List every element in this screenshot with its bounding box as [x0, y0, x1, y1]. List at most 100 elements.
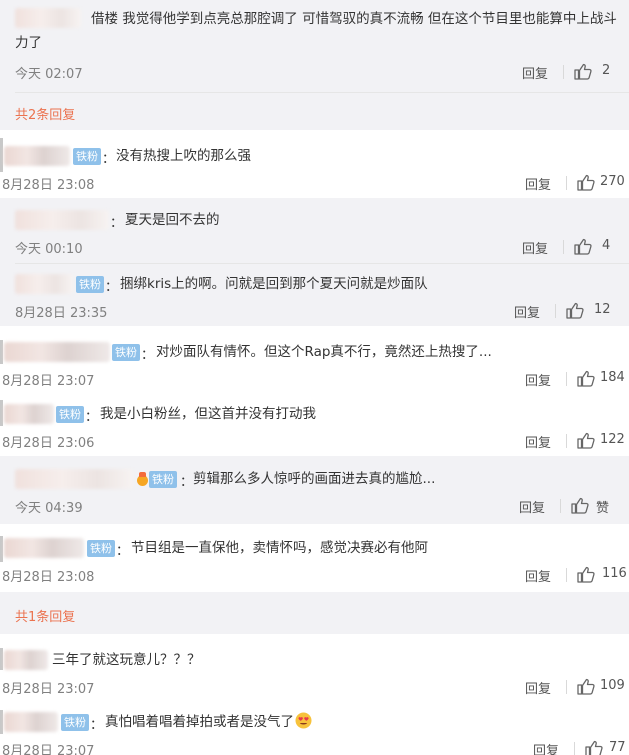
reply-button[interactable]: 回复: [514, 302, 540, 321]
user-name-blurred[interactable]: [4, 146, 70, 166]
reply-button[interactable]: 回复: [525, 678, 551, 697]
fan-badge[interactable]: 铁粉: [112, 344, 140, 361]
reply-button[interactable]: 回复: [522, 238, 548, 257]
separator: [566, 372, 567, 386]
comment-item: 铁粉 ： 真怕唱着唱着掉拍或者是没气了 8月28日 23:07 回复 77: [0, 700, 629, 755]
comment-time: 今天 00:10: [15, 242, 83, 257]
left-bar: [0, 138, 3, 172]
colon: ：: [116, 544, 130, 559]
colon: ：: [110, 216, 124, 231]
comment-time: 8月28日 23:35: [15, 306, 108, 321]
colon: ：: [102, 152, 116, 167]
separator: [563, 65, 564, 79]
separator: [560, 499, 561, 513]
comment-time: 8月28日 23:08: [2, 570, 95, 585]
comment-text: 我是小白粉丝，但这首并没有打动我: [100, 406, 316, 422]
left-bar: [0, 400, 3, 426]
comment-text: 捆绑kris上的啊。问就是回到那个夏天问就是炒面队: [120, 276, 428, 292]
separator: [566, 176, 567, 190]
user-name-blurred[interactable]: [15, 469, 133, 489]
left-bar: [0, 536, 3, 562]
user-name-blurred[interactable]: [15, 210, 109, 230]
comment-text: 剪辑那么多人惊呼的画面进去真的尴尬...: [193, 471, 436, 487]
like-count: 122: [600, 432, 625, 447]
reply-comment: 借楼 我觉得他学到点亮总那腔调了 可惜驾驭的真不流畅 但在这个节目里也能算中上战…: [0, 0, 629, 130]
comment-time: 8月28日 23:07: [2, 374, 95, 389]
user-name-blurred[interactable]: [4, 712, 58, 732]
comment-time: 8月28日 23:07: [2, 744, 95, 755]
reply-button[interactable]: 回复: [519, 497, 545, 516]
comment-text: 真怕唱着唱着掉拍或者是没气了: [105, 712, 312, 732]
comment-text: 借楼 我觉得他学到点亮总那腔调了 可惜驾驭的真不流畅 但在这个节目里也能算中上战…: [15, 11, 617, 51]
thumbs-up-icon[interactable]: [577, 566, 595, 583]
left-bar: [0, 648, 3, 670]
fan-badge[interactable]: 铁粉: [56, 406, 84, 423]
reply-button[interactable]: 回复: [533, 740, 559, 755]
reply-button[interactable]: 回复: [525, 174, 551, 193]
reply-list: ： 夏天是回不去的 今天 00:10 回复 4 铁粉 ： 捆绑kris上的啊。问…: [0, 198, 629, 326]
like-count: 77: [609, 740, 626, 755]
divider: [15, 92, 629, 93]
heart-eyes-emoji: [295, 712, 312, 729]
thumbs-up-icon[interactable]: [574, 63, 592, 80]
left-bar: [0, 710, 3, 734]
comment-text: 三年了就这玩意儿？？？: [52, 652, 201, 668]
like-count: 赞: [596, 501, 610, 516]
user-name-blurred[interactable]: [4, 342, 110, 362]
colon: ：: [85, 410, 99, 425]
comment-time: 8月28日 23:08: [2, 178, 95, 193]
separator: [566, 434, 567, 448]
user-name-blurred[interactable]: [4, 404, 54, 424]
like-count: 4: [602, 238, 611, 253]
like-count: 270: [600, 174, 625, 189]
reply-button[interactable]: 回复: [525, 566, 551, 585]
colon: ：: [105, 280, 119, 295]
user-name-blurred[interactable]: [4, 538, 84, 558]
colon: ：: [90, 718, 104, 733]
thumbs-up-icon[interactable]: [577, 174, 595, 191]
thumbs-up-icon[interactable]: [585, 740, 603, 755]
reply-list: 铁粉 ： 剪辑那么多人惊呼的画面进去真的尴尬... 今天 04:39 回复 赞: [0, 456, 629, 524]
more-replies-bar: 共1条回复: [0, 592, 629, 634]
comment-text: 夏天是回不去的: [125, 212, 220, 228]
thumbs-up-icon[interactable]: [574, 238, 592, 255]
fan-badge[interactable]: 铁粉: [61, 714, 89, 731]
colon: ：: [180, 475, 194, 490]
vip-crown-icon: [136, 472, 149, 487]
fan-badge[interactable]: 铁粉: [73, 148, 101, 165]
comment-item: 铁粉 ： 我是小白粉丝，但这首并没有打动我 8月28日 23:06 回复 122: [0, 394, 629, 456]
left-bar: [0, 340, 3, 364]
colon: ：: [141, 348, 155, 363]
thumbs-up-icon[interactable]: [577, 432, 595, 449]
separator: [555, 304, 556, 318]
thumbs-up-icon[interactable]: [577, 678, 595, 695]
like-count: 2: [602, 63, 611, 78]
comment-time: 今天 04:39: [15, 501, 83, 516]
comment-item: 三年了就这玩意儿？？？ 8月28日 23:07 回复 109: [0, 634, 629, 700]
separator: [574, 742, 575, 755]
like-count: 116: [602, 566, 627, 581]
user-name-blurred[interactable]: [4, 650, 48, 670]
thumbs-up-icon[interactable]: [577, 370, 595, 387]
separator: [566, 680, 567, 694]
fan-badge[interactable]: 铁粉: [76, 276, 104, 293]
comment-time: 8月28日 23:06: [2, 436, 95, 451]
comment-item: 铁粉 ： 对炒面队有情怀。但这个Rap真不行，竟然还上热搜了... 8月28日 …: [0, 326, 629, 394]
vip-fan-badge[interactable]: 铁粉: [136, 471, 177, 488]
thumbs-up-icon[interactable]: [566, 302, 584, 319]
comment-item: 铁粉 ： 没有热搜上吹的那么强 8月28日 23:08 回复 270: [0, 130, 629, 198]
user-name-blurred[interactable]: [15, 274, 73, 294]
like-count: 109: [600, 678, 625, 693]
more-replies-link[interactable]: 共2条回复: [15, 104, 75, 123]
separator: [566, 568, 567, 582]
reply-button[interactable]: 回复: [522, 63, 548, 82]
like-count: 12: [594, 302, 611, 317]
comment-text: 没有热搜上吹的那么强: [116, 148, 251, 164]
comment-time: 8月28日 23:07: [2, 682, 95, 697]
reply-button[interactable]: 回复: [525, 370, 551, 389]
divider: [15, 263, 629, 264]
thumbs-up-icon[interactable]: [571, 497, 589, 514]
reply-button[interactable]: 回复: [525, 432, 551, 451]
more-replies-link[interactable]: 共1条回复: [15, 606, 75, 625]
fan-badge[interactable]: 铁粉: [87, 540, 115, 557]
